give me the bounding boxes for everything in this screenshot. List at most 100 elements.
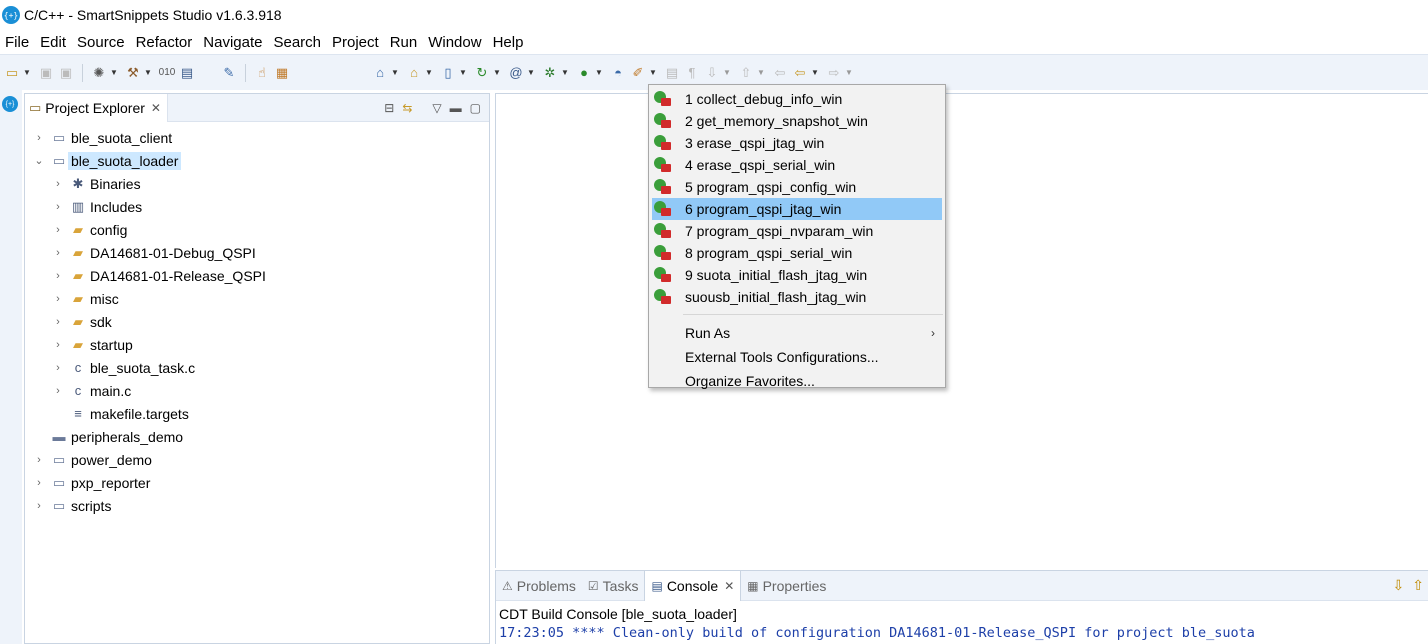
forward-dropdown-arrow[interactable]: ▼: [844, 65, 854, 81]
tree-item-power-demo[interactable]: › ▭ power_demo: [25, 448, 489, 471]
new-file-dropdown-arrow[interactable]: ▼: [458, 65, 468, 81]
build-hammer-icon[interactable]: ⚒: [125, 65, 141, 81]
open-type-icon[interactable]: ◓: [610, 65, 626, 81]
tree-item-config[interactable]: › ▰ config: [25, 218, 489, 241]
scroll-up-icon[interactable]: ⇧: [1412, 577, 1424, 594]
menu-project[interactable]: Project: [327, 34, 385, 51]
back-dropdown-arrow[interactable]: ▼: [810, 65, 820, 81]
at-icon[interactable]: @: [508, 65, 524, 81]
toggle-mark-icon[interactable]: ▤: [664, 65, 680, 81]
next-annotation-icon[interactable]: ⇩: [704, 65, 720, 81]
menu-external-tools-configurations[interactable]: External Tools Configurations...: [649, 345, 945, 369]
menu-run-as[interactable]: Run As ›: [649, 321, 945, 345]
tree-item-sdk[interactable]: › ▰ sdk: [25, 310, 489, 333]
external-tool-item[interactable]: 4 erase_qspi_serial_win: [652, 154, 942, 176]
collapsed-chevron-icon[interactable]: ›: [52, 385, 64, 397]
last-edit-icon[interactable]: ⇦: [772, 65, 788, 81]
external-tool-item[interactable]: 7 program_qspi_nvparam_win: [652, 220, 942, 242]
external-tool-item[interactable]: 2 get_memory_snapshot_win: [652, 110, 942, 132]
external-tool-item[interactable]: 5 program_qspi_config_win: [652, 176, 942, 198]
forward-arrow-icon[interactable]: ⇨: [826, 65, 842, 81]
external-tool-item[interactable]: 8 program_qspi_serial_win: [652, 242, 942, 264]
debug-dropdown-arrow[interactable]: ▼: [560, 65, 570, 81]
hand-icon[interactable]: ☝: [254, 65, 270, 81]
search-pencil-icon[interactable]: ✐: [630, 65, 646, 81]
collapsed-chevron-icon[interactable]: ›: [52, 316, 64, 328]
tree-item-da14681-01-release-qspi[interactable]: › ▰ DA14681-01-Release_QSPI: [25, 264, 489, 287]
tree-item-makefile-targets[interactable]: ≡ makefile.targets: [25, 402, 489, 425]
scroll-down-icon[interactable]: ⇩: [1393, 577, 1405, 594]
collapse-all-icon[interactable]: ⊟: [384, 101, 394, 115]
collapsed-chevron-icon[interactable]: ›: [52, 224, 64, 236]
collapsed-chevron-icon[interactable]: ›: [33, 477, 45, 489]
menu-run[interactable]: Run: [385, 34, 424, 51]
collapsed-chevron-icon[interactable]: ›: [52, 293, 64, 305]
menu-window[interactable]: Window: [423, 34, 487, 51]
tree-item-startup[interactable]: › ▰ startup: [25, 333, 489, 356]
new-project-icon[interactable]: ⌂: [372, 65, 388, 81]
back-arrow-icon[interactable]: ⇦: [792, 65, 808, 81]
menu-search[interactable]: Search: [268, 34, 327, 51]
external-tool-item[interactable]: 6 program_qspi_jtag_win: [652, 198, 942, 220]
tree-item-pxp-reporter[interactable]: › ▭ pxp_reporter: [25, 471, 489, 494]
close-icon[interactable]: ✕: [151, 101, 161, 115]
menu-help[interactable]: Help: [488, 34, 530, 51]
view-menu-icon[interactable]: ▽: [432, 101, 441, 115]
menu-file[interactable]: File: [0, 34, 35, 51]
link-with-editor-icon[interactable]: ⇆: [402, 101, 412, 115]
tree-item-ble-suota-task-c[interactable]: › c ble_suota_task.c: [25, 356, 489, 379]
editor-area[interactable]: [495, 93, 1428, 568]
refresh-dropdown-arrow[interactable]: ▼: [492, 65, 502, 81]
new-folder-dropdown-arrow[interactable]: ▼: [424, 65, 434, 81]
collapsed-chevron-icon[interactable]: ›: [52, 201, 64, 213]
show-whitespace-icon[interactable]: ¶: [684, 65, 700, 81]
new-project-dropdown-arrow[interactable]: ▼: [390, 65, 400, 81]
perspective-icon[interactable]: {+}: [2, 96, 18, 112]
new-folder-icon[interactable]: ⌂: [406, 65, 422, 81]
tree-item-da14681-01-debug-qspi[interactable]: › ▰ DA14681-01-Debug_QSPI: [25, 241, 489, 264]
collapsed-chevron-icon[interactable]: ›: [52, 178, 64, 190]
external-tool-item[interactable]: 1 collect_debug_info_win: [652, 88, 942, 110]
collapsed-chevron-icon[interactable]: ›: [33, 500, 45, 512]
tree-item-misc[interactable]: › ▰ misc: [25, 287, 489, 310]
external-tools-dropdown-arrow[interactable]: ▼: [594, 65, 604, 81]
binary-icon[interactable]: 010: [159, 65, 176, 81]
menu-source[interactable]: Source: [72, 34, 131, 51]
build-configuration-icon[interactable]: ✺: [91, 65, 107, 81]
maximize-icon[interactable]: ▢: [470, 101, 481, 115]
chip-icon[interactable]: ▦: [274, 65, 290, 81]
minimize-icon[interactable]: ▬: [450, 101, 462, 115]
prev-annotation-dropdown-arrow[interactable]: ▼: [756, 65, 766, 81]
refresh-icon[interactable]: ↻: [474, 65, 490, 81]
collapsed-chevron-icon[interactable]: ›: [52, 270, 64, 282]
collapsed-chevron-icon[interactable]: ›: [33, 132, 45, 144]
search-dropdown-arrow[interactable]: ▼: [648, 65, 658, 81]
tree-item-peripherals-demo[interactable]: ▬ peripherals_demo: [25, 425, 489, 448]
collapsed-chevron-icon[interactable]: ›: [52, 362, 64, 374]
console-view-icon[interactable]: ▤: [179, 65, 195, 81]
save-all-icon[interactable]: ▣: [58, 65, 74, 81]
pin-icon[interactable]: ✎: [221, 65, 237, 81]
tab-tasks[interactable]: ☑ Tasks: [582, 571, 645, 601]
menu-navigate[interactable]: Navigate: [198, 34, 268, 51]
external-tool-item[interactable]: suousb_initial_flash_jtag_win: [652, 286, 942, 308]
menu-organize-favorites[interactable]: Organize Favorites...: [649, 369, 945, 393]
tree-item-includes[interactable]: › ▥ Includes: [25, 195, 489, 218]
at-dropdown-arrow[interactable]: ▼: [526, 65, 536, 81]
tree-item-binaries[interactable]: › ✱ Binaries: [25, 172, 489, 195]
expanded-chevron-icon[interactable]: ⌄: [33, 154, 45, 167]
external-tool-item[interactable]: 3 erase_qspi_jtag_win: [652, 132, 942, 154]
menu-refactor[interactable]: Refactor: [131, 34, 199, 51]
close-icon[interactable]: ✕: [724, 579, 734, 593]
tree-item-ble-suota-loader[interactable]: ⌄ ▭ ble_suota_loader: [25, 149, 489, 172]
tab-console[interactable]: ▤ Console ✕: [644, 570, 742, 601]
menu-edit[interactable]: Edit: [35, 34, 72, 51]
next-annotation-dropdown-arrow[interactable]: ▼: [722, 65, 732, 81]
save-icon[interactable]: ▣: [38, 65, 54, 81]
collapsed-chevron-icon[interactable]: ›: [33, 454, 45, 466]
tree-item-ble-suota-client[interactable]: › ▭ ble_suota_client: [25, 126, 489, 149]
prev-annotation-icon[interactable]: ⇧: [738, 65, 754, 81]
collapsed-chevron-icon[interactable]: ›: [52, 339, 64, 351]
external-tool-item[interactable]: 9 suota_initial_flash_jtag_win: [652, 264, 942, 286]
build-dropdown-arrow[interactable]: ▼: [143, 65, 153, 81]
